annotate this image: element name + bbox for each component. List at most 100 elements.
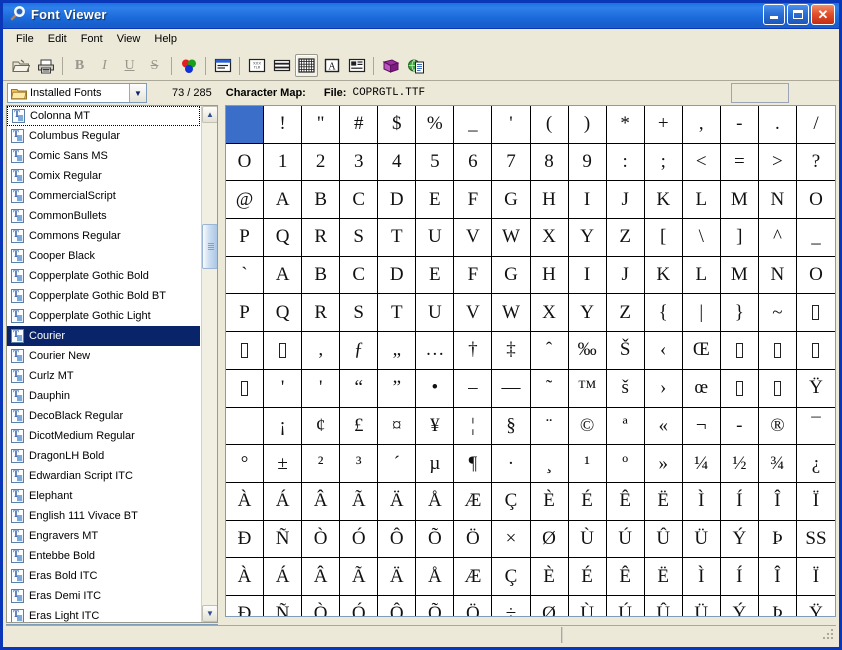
character-cell[interactable]: | [683,294,721,332]
character-map-view-icon[interactable] [295,54,318,77]
character-cell[interactable]: Ô [378,596,416,617]
character-cell[interactable]: Á [264,483,302,521]
character-cell[interactable]: É [569,558,607,596]
character-cell[interactable]: 9 [569,144,607,182]
font-list-item[interactable]: Edwardian Script ITC [7,466,200,486]
character-cell[interactable]: Þ [759,596,797,617]
character-cell[interactable]: Ã [340,483,378,521]
font-list-item[interactable]: Engravers MT [7,526,200,546]
character-cell[interactable]: ^ [759,219,797,257]
chevron-up-icon[interactable]: ▲ [202,106,218,123]
character-cell[interactable]: È [531,483,569,521]
character-cell[interactable]: Ü [683,521,721,559]
character-cell[interactable]: Ø [531,596,569,617]
font-list-item[interactable]: CommonBullets [7,206,200,226]
character-cell[interactable]: ¤ [378,408,416,446]
character-cell[interactable]: , [683,106,721,144]
character-cell[interactable]: Ñ [264,521,302,559]
font-list-item[interactable]: Copperplate Gothic Light [7,306,200,326]
character-cell[interactable]: º [607,445,645,483]
character-cell[interactable]: O [797,257,835,295]
character-cell[interactable]: _ [454,106,492,144]
character-cell[interactable]: R [302,219,340,257]
character-cell[interactable]: _ [797,219,835,257]
character-cell[interactable]: ® [759,408,797,446]
character-cell[interactable]: V [454,294,492,332]
character-cell[interactable]: Y [569,219,607,257]
character-cell[interactable]: Ü [683,596,721,617]
character-cell[interactable]: K [645,257,683,295]
color-picker-icon[interactable] [177,54,200,77]
character-cell[interactable]: ³ [340,445,378,483]
chevron-down-icon[interactable]: ▼ [202,605,218,622]
character-cell[interactable]: Ý [721,521,759,559]
character-cell[interactable]: Ã [340,558,378,596]
menu-item-edit[interactable]: Edit [41,31,74,48]
character-cell[interactable]: " [302,106,340,144]
character-cell[interactable]: ¾ [759,445,797,483]
character-cell[interactable]: W [492,219,530,257]
font-list-item[interactable]: Commons Regular [7,226,200,246]
font-list-item[interactable]: Courier [7,326,200,346]
character-cell[interactable]: Ë [645,483,683,521]
character-cell[interactable]: @ [226,181,264,219]
waterfall-view-icon[interactable]: XXXTLR [245,54,268,77]
character-cell[interactable]: G [492,257,530,295]
character-cell[interactable]: E [416,257,454,295]
character-cell[interactable]: Ì [683,483,721,521]
character-cell[interactable]: ½ [721,445,759,483]
character-cell[interactable] [226,370,264,408]
character-cell[interactable] [721,332,759,370]
character-cell[interactable]: Ç [492,483,530,521]
character-cell[interactable]: § [492,408,530,446]
character-cell[interactable]: Ç [492,558,530,596]
character-cell[interactable]: ÷ [492,596,530,617]
character-cell[interactable]: Q [264,294,302,332]
character-cell[interactable]: > [759,144,797,182]
lines-view-icon[interactable] [270,54,293,77]
close-button[interactable]: ✕ [811,4,835,25]
character-cell[interactable]: Í [721,483,759,521]
character-cell[interactable]: › [645,370,683,408]
character-cell[interactable]: Ä [378,558,416,596]
character-cell[interactable] [264,332,302,370]
font-list-item[interactable]: DicotMedium Regular [7,426,200,446]
character-cell[interactable]: Z [607,219,645,257]
character-cell[interactable]: ‡ [492,332,530,370]
character-cell[interactable]: ¬ [683,408,721,446]
character-cell[interactable]: + [645,106,683,144]
character-cell[interactable]: Ý [721,596,759,617]
character-cell[interactable] [226,408,264,446]
character-cell[interactable]: ) [569,106,607,144]
strikethrough-button[interactable]: S [143,54,166,77]
character-cell[interactable]: J [607,257,645,295]
character-cell[interactable]: µ [416,445,454,483]
character-cell[interactable]: Ï [797,558,835,596]
character-cell[interactable]: H [531,181,569,219]
character-cell[interactable]: T [378,219,416,257]
character-cell[interactable]: O [226,144,264,182]
menu-item-help[interactable]: Help [147,31,184,48]
character-cell[interactable]: ± [264,445,302,483]
font-info-view-icon[interactable] [345,54,368,77]
character-cell[interactable]: U [416,219,454,257]
character-cell[interactable]: A [264,257,302,295]
character-cell[interactable]: H [531,257,569,295]
character-cell[interactable]: • [416,370,454,408]
character-cell[interactable]: 5 [416,144,454,182]
character-cell[interactable]: È [531,558,569,596]
character-cell[interactable]: ™ [569,370,607,408]
character-cell[interactable]: Ô [378,521,416,559]
character-cell[interactable]: J [607,181,645,219]
font-list-item[interactable]: Entebbe Bold [7,546,200,566]
print-icon[interactable] [34,54,57,77]
character-cell[interactable]: Ï [797,483,835,521]
font-list-item[interactable]: Curlz MT [7,366,200,386]
character-cell[interactable]: · [492,445,530,483]
font-list-item[interactable]: DragonLH Bold [7,446,200,466]
character-cell[interactable]: ¥ [416,408,454,446]
character-cell[interactable]: U [416,294,454,332]
character-cell[interactable]: C [340,181,378,219]
character-cell[interactable]: B [302,181,340,219]
bold-button[interactable]: B [68,54,91,77]
